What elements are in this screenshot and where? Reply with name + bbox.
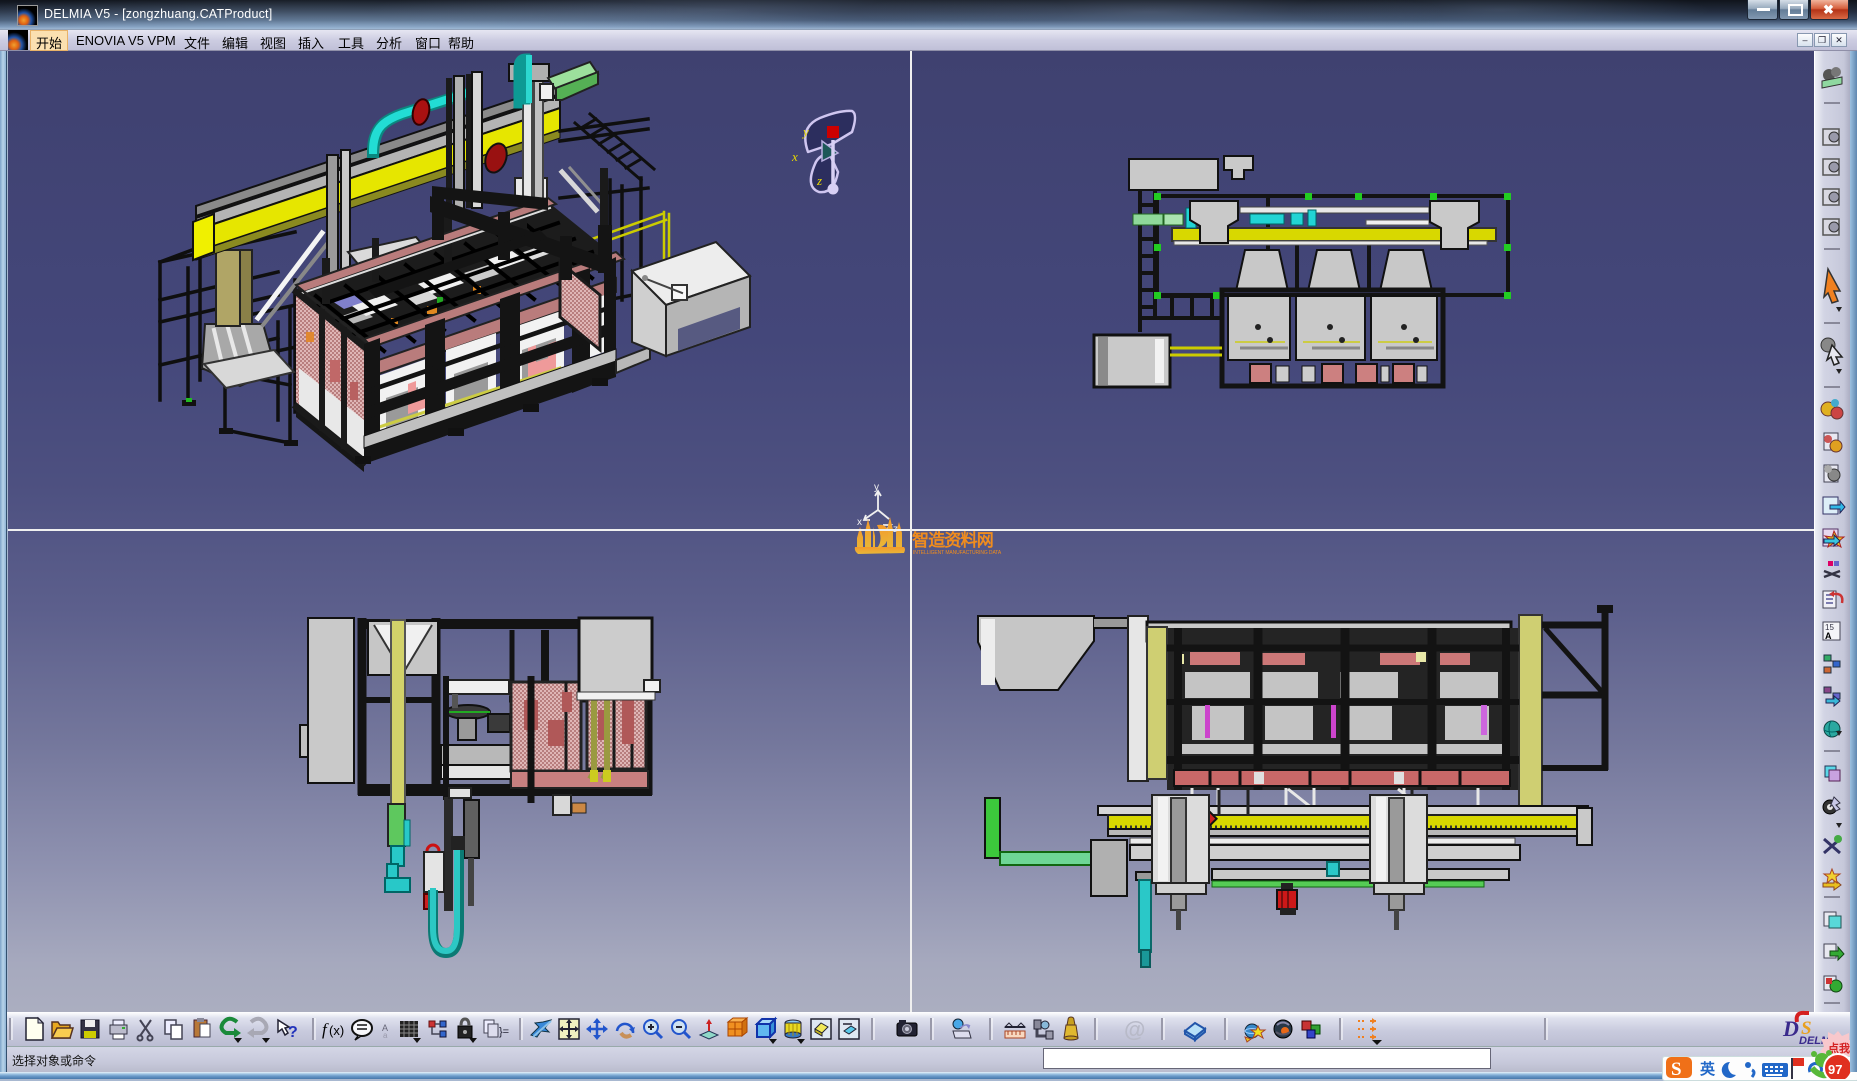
svg-text:智造资料网: 智造资料网	[912, 530, 993, 550]
svg-text:x: x	[857, 517, 862, 528]
svg-text:A: A	[1825, 631, 1832, 641]
svg-text:x: x	[791, 149, 798, 164]
svg-text:97: 97	[1828, 1062, 1842, 1077]
svg-text:y: y	[874, 482, 879, 493]
svg-text:(x): (x)	[329, 1023, 344, 1038]
svg-text:INTELLIGENT MANUFACTURING DATA: INTELLIGENT MANUFACTURING DATA	[913, 550, 1002, 556]
svg-text:S: S	[1671, 1059, 1682, 1079]
svg-text:D: D	[1782, 1016, 1799, 1041]
svg-text:z: z	[816, 173, 822, 188]
svg-text:?: ?	[288, 1024, 298, 1041]
svg-text:y: y	[801, 124, 809, 139]
svg-text:}=: }=	[499, 1026, 509, 1038]
svg-text:英: 英	[1700, 1060, 1716, 1078]
svg-text:a: a	[383, 1031, 388, 1040]
svg-text:@: @	[1124, 1017, 1145, 1042]
svg-text:f: f	[322, 1020, 329, 1039]
